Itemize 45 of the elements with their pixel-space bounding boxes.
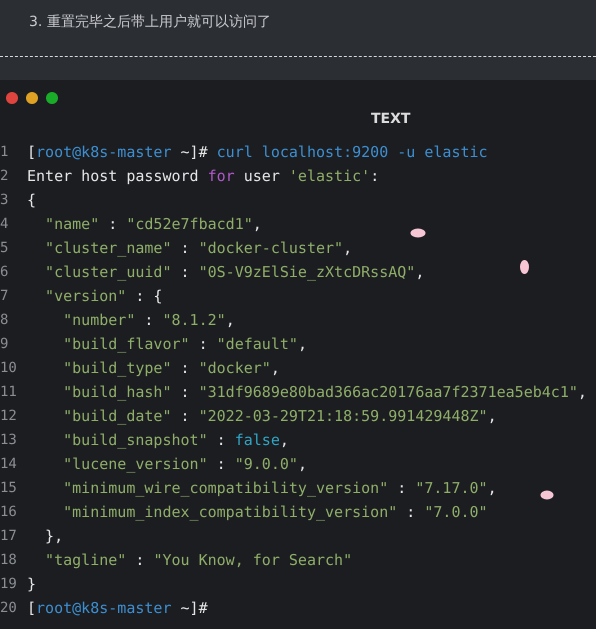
code-line: "tagline" : "You Know, for Search" <box>44 550 352 571</box>
petal-drawing <box>410 228 426 238</box>
line-number: 1 <box>0 143 10 162</box>
line-number: 15 <box>0 479 18 498</box>
code-line: [root@k8s-master ~]# <box>27 598 208 619</box>
code-line: Enter host password for user 'elastic': <box>27 166 380 187</box>
line-number: 8 <box>0 311 10 330</box>
petal-drawing <box>520 260 529 274</box>
note-text: 3. 重置完毕之后带上用户就可以访问了 <box>28 13 272 32</box>
line-number: 13 <box>0 431 18 450</box>
code-line: "minimum_index_compatibility_version" : "7.0.0" <box>62 502 488 523</box>
line-number: 10 <box>0 359 18 378</box>
line-number: 19 <box>0 575 18 594</box>
code-line: }, <box>44 526 64 547</box>
code-line: "number" : "8.1.2", <box>62 310 235 331</box>
line-number: 9 <box>0 335 10 354</box>
line-number: 6 <box>0 263 10 282</box>
code-line: "build_flavor" : "default", <box>62 334 307 355</box>
code-line: "lucene_version" : "9.0.0", <box>62 454 307 475</box>
code-line: [root@k8s-master ~]# curl localhost:9200 -u elastic <box>27 142 488 163</box>
code-line: "build_type" : "docker", <box>62 358 280 379</box>
line-number: 3 <box>0 191 10 210</box>
code-line: "build_snapshot" : false, <box>62 430 289 451</box>
code-line: { <box>27 190 36 211</box>
code-line: "build_date" : "2022-03-29T21:18:59.991429448Z", <box>62 406 497 427</box>
line-number: 14 <box>0 455 18 474</box>
line-number: 4 <box>0 215 10 234</box>
line-number: 7 <box>0 287 10 306</box>
code-line: "version" : { <box>44 286 162 307</box>
line-number: 18 <box>0 551 18 570</box>
code-line: "minimum_wire_compatibility_version" : "7.17.0", <box>62 478 497 499</box>
line-number: 5 <box>0 239 10 258</box>
line-number: 12 <box>0 407 18 426</box>
line-number: 20 <box>0 599 18 618</box>
code-line: "build_hash" : "31df9689e80bad366ac20176aa7f2371ea5eb4c1", <box>62 382 587 403</box>
line-number: 16 <box>0 503 18 522</box>
line-number: 17 <box>0 527 18 546</box>
line-number: 11 <box>0 383 18 402</box>
code-line: "cluster_uuid" : "0S-V9zElSie_zXtcDRssAQ", <box>44 262 424 283</box>
line-number: 2 <box>0 167 10 186</box>
language-label: TEXT <box>371 110 410 129</box>
code-line: "name" : "cd52e7fbacd1", <box>44 214 262 235</box>
petal-drawing <box>540 490 554 500</box>
code-line: "cluster_name" : "docker-cluster", <box>44 238 352 259</box>
code-line: } <box>27 574 36 595</box>
